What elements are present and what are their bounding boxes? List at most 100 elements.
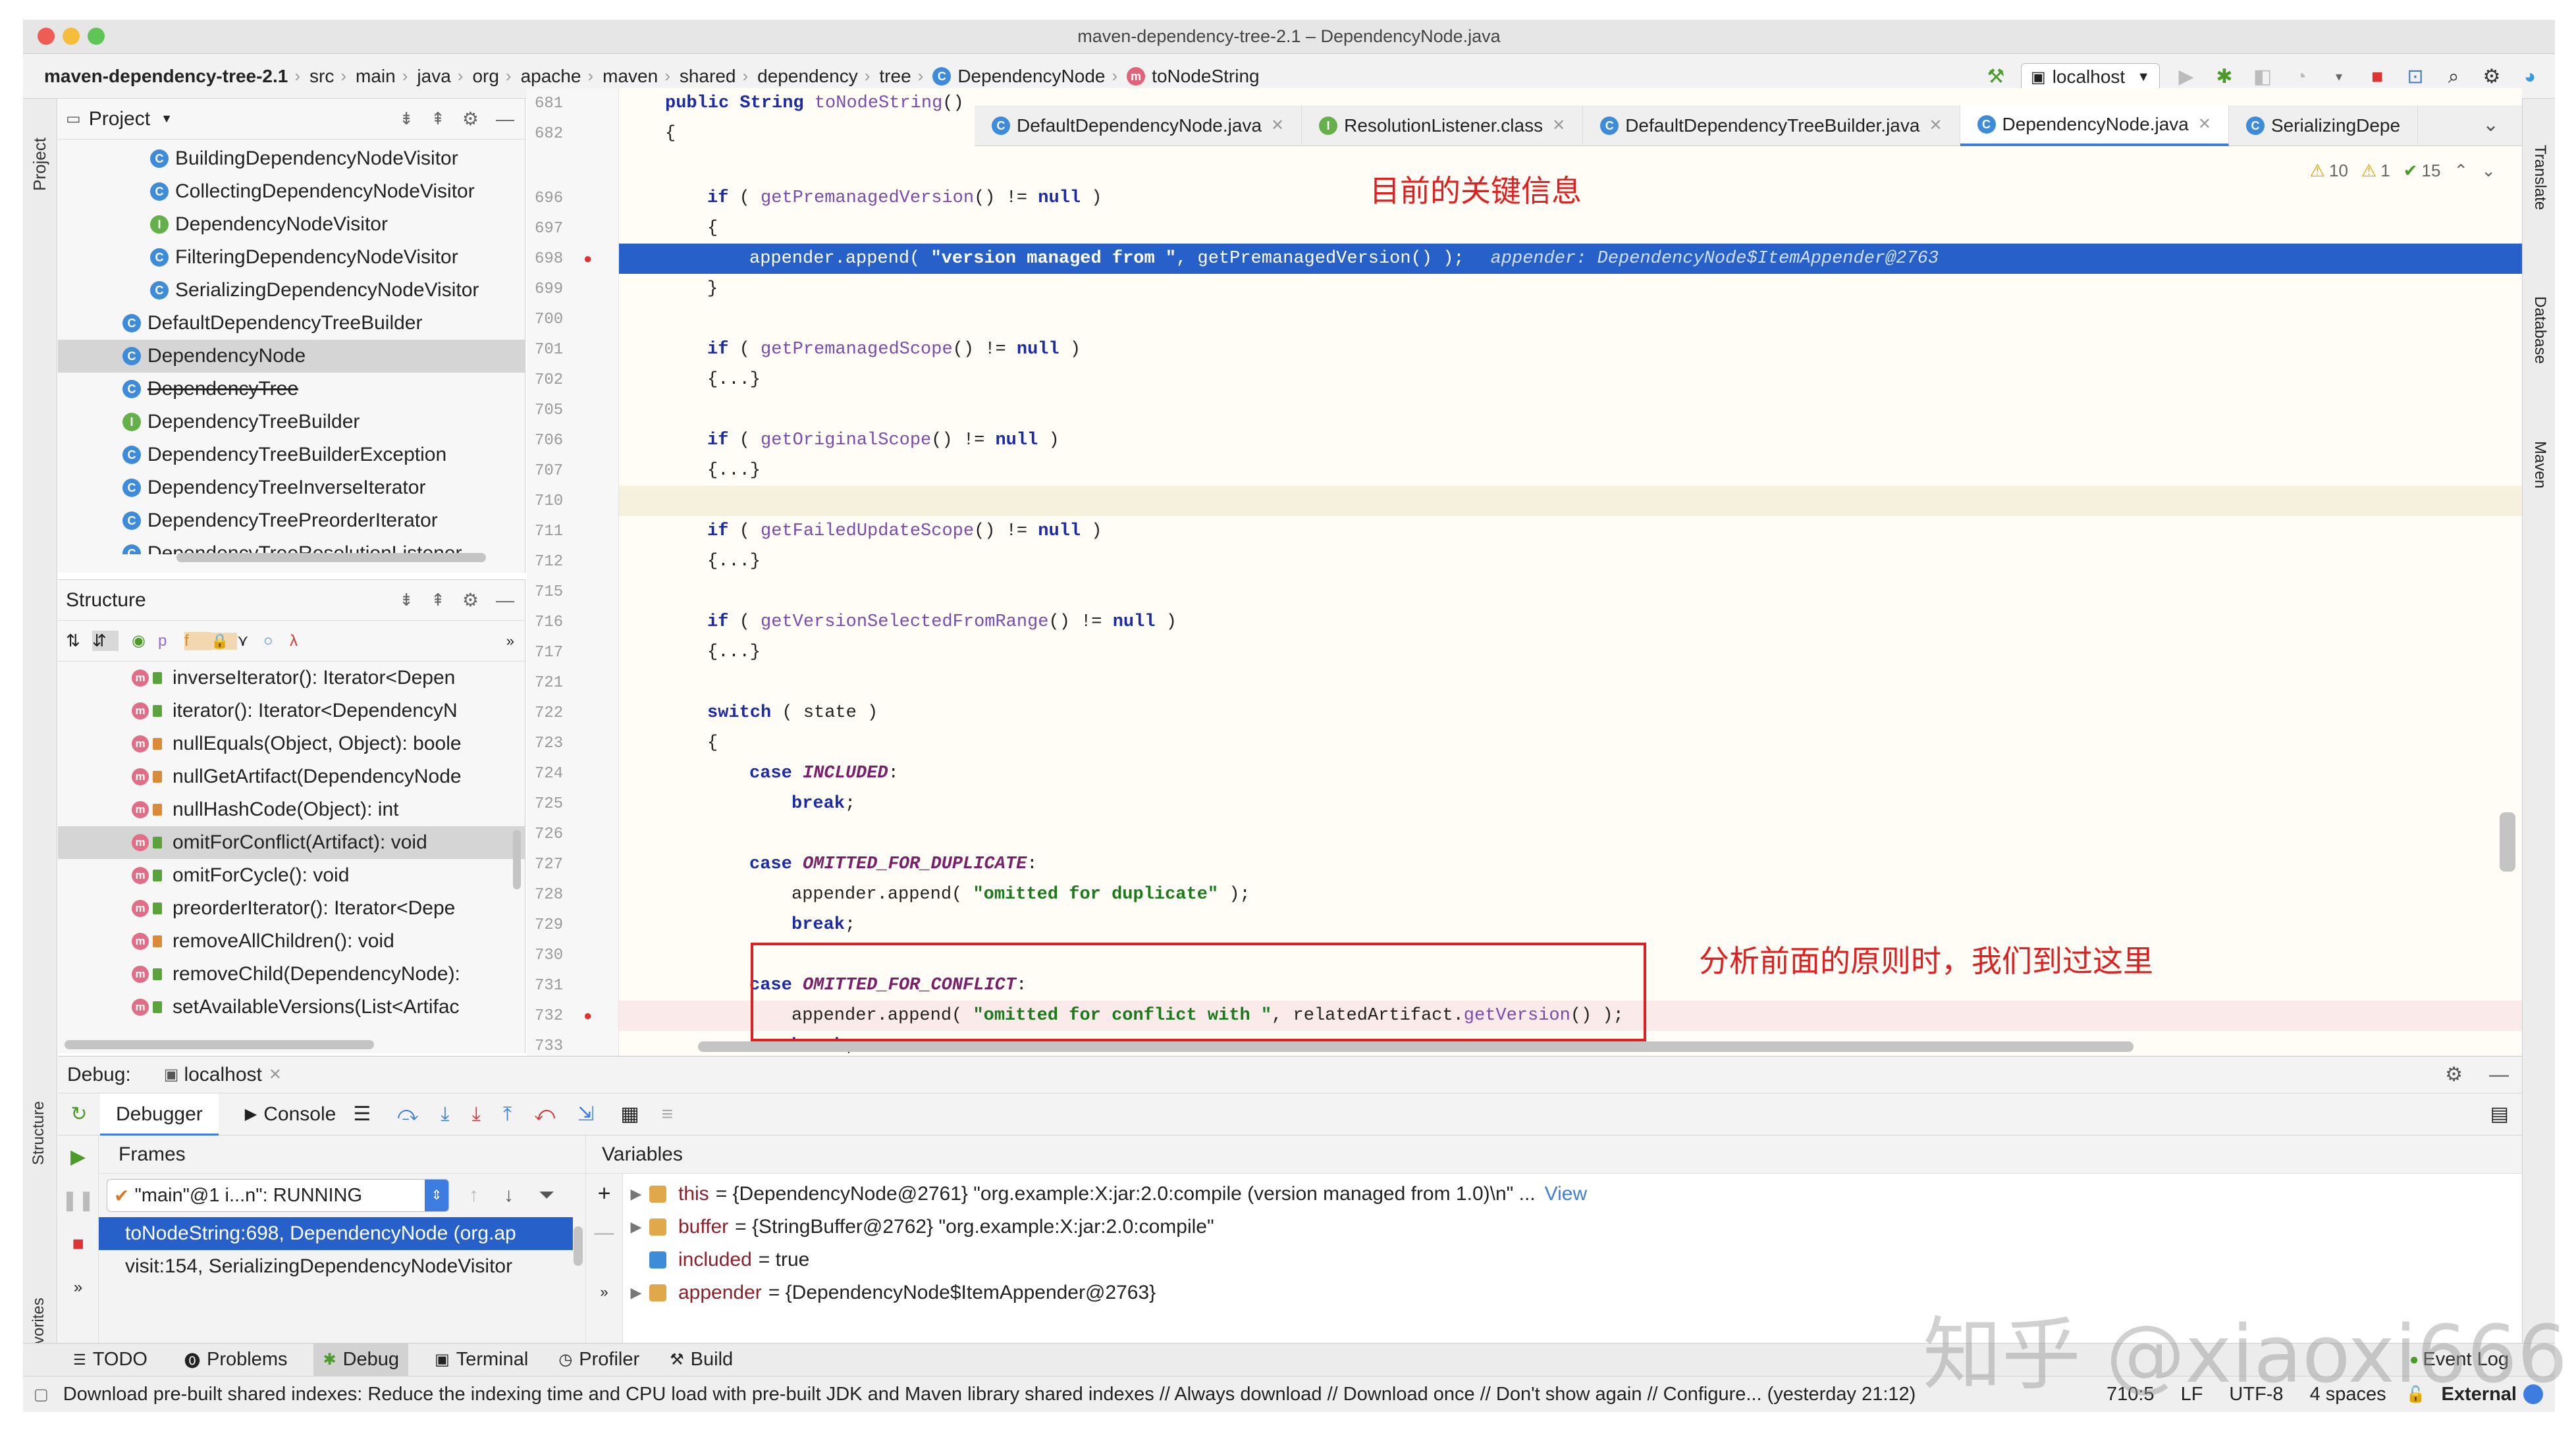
structure-tree-item[interactable]: m omitForCycle(): void [58, 859, 525, 892]
rerun-icon[interactable]: ↻ [58, 1103, 100, 1126]
structure-tree-item[interactable]: m nullEquals(Object, Object): boole [58, 727, 525, 760]
status-toggle-icon[interactable]: ▢ [34, 1385, 49, 1404]
view-link[interactable]: View [1545, 1183, 1587, 1205]
run-icon[interactable]: ▶ [2174, 65, 2198, 89]
project-tree-item[interactable]: I DependencyNodeVisitor [58, 208, 525, 241]
profile-icon[interactable]: ◔ [2289, 65, 2313, 89]
more-run-options-icon[interactable]: ▾ [2327, 65, 2351, 89]
code-line[interactable] [619, 667, 2522, 698]
breadcrumb-org[interactable]: org [472, 66, 498, 87]
more-actions-icon[interactable]: » [586, 1253, 622, 1332]
project-panel-title[interactable]: Project [89, 108, 150, 130]
force-step-into-icon[interactable]: ⤓ [472, 1103, 481, 1126]
hide-panel-icon[interactable]: — [496, 590, 514, 611]
code-line[interactable] [619, 819, 2522, 849]
search-icon[interactable]: ⌕ [2442, 65, 2465, 89]
breadcrumb-main[interactable]: main [356, 66, 396, 87]
editor-tab[interactable]: C DependencyNode.java ✕ [1960, 105, 2229, 146]
layout-menu-icon[interactable]: ☰ [353, 1103, 371, 1126]
code-line[interactable]: appender.append( "omitted for duplicate"… [619, 879, 2522, 910]
editor-gutter[interactable]: 681 682 696 697 698 ● 699 700 701 702 705 706 707 710… [527, 88, 619, 1056]
tool-debug-tab[interactable]: ✱ Debug [313, 1343, 409, 1376]
project-tree-item[interactable]: C SerializingDependencyNodeVisitor [58, 274, 525, 307]
project-tree-item[interactable]: C BuildingDependencyNodeVisitor [58, 142, 525, 175]
code-line[interactable] [619, 486, 2522, 516]
code-line[interactable]: } [619, 274, 2522, 304]
project-tree-item[interactable]: C DependencyTreeResolutionListener [58, 537, 525, 554]
translate-tool-tab[interactable]: Translate [2531, 145, 2549, 210]
code-line[interactable]: if ( getPremanagedScope() != null ) [619, 334, 2522, 365]
next-highlight-icon[interactable]: ⌄ [2481, 161, 2496, 181]
hide-panel-icon[interactable]: — [496, 109, 514, 130]
code-line[interactable]: {...} [619, 365, 2522, 395]
thread-select[interactable]: ✔ "main"@1 i...n": RUNNING ⇕ [107, 1179, 449, 1212]
run-config-select[interactable]: ▣ localhost ▼ [2021, 63, 2160, 91]
down-arrow-icon[interactable]: ↓ [504, 1184, 514, 1207]
collapse-all-icon[interactable]: ⇟ [399, 590, 414, 610]
show-lambdas-icon[interactable]: λ [290, 632, 316, 650]
breadcrumb-class[interactable]: DependencyNode [957, 66, 1105, 87]
settings-gear-icon[interactable]: ⚙ [2480, 65, 2504, 89]
breadcrumb-project[interactable]: maven-dependency-tree-2.1 [44, 66, 288, 87]
structure-tree-item[interactable]: m removeAllChildren(): void [58, 925, 525, 958]
plugin-logo-icon[interactable]: ◕ [2518, 65, 2542, 89]
tool-problems[interactable]: Problems [207, 1349, 288, 1371]
structure-tree-item[interactable]: m nullHashCode(Object): int [58, 793, 525, 826]
restore-layout-icon[interactable]: ▤ [2490, 1103, 2509, 1126]
code-line[interactable] [619, 395, 2522, 425]
code-line[interactable]: switch ( state ) [619, 698, 2522, 728]
breadcrumb-tree[interactable]: tree [879, 66, 911, 87]
show-fields-icon[interactable]: f [184, 631, 211, 650]
editor-tab[interactable]: C DefaultDependencyNode.java ✕ [975, 105, 1302, 146]
gear-icon[interactable]: ⚙ [462, 589, 479, 611]
hide-panel-icon[interactable]: — [2489, 1064, 2509, 1086]
coverage-icon[interactable]: ◧ [2251, 65, 2274, 89]
code-line[interactable]: appender.append( "version managed from "… [619, 244, 2522, 274]
breadcrumb-java[interactable]: java [417, 66, 450, 87]
tool-todo[interactable]: TODO [93, 1349, 148, 1371]
database-tool-tab[interactable]: Database [2531, 296, 2549, 364]
breakpoint-icon[interactable]: ● [583, 1007, 592, 1024]
trace-icon[interactable]: ≡ [662, 1103, 674, 1126]
stop-icon[interactable]: ■ [58, 1222, 98, 1266]
code-line[interactable]: {...} [619, 546, 2522, 577]
project-tree-item[interactable]: C CollectingDependencyNodeVisitor [58, 175, 525, 208]
show-properties-icon[interactable]: p [158, 632, 184, 650]
show-hierarchy-icon[interactable]: ⋎ [237, 631, 263, 650]
code-line[interactable] [619, 304, 2522, 334]
chevron-down-icon[interactable]: ▼ [161, 112, 173, 126]
project-tree-item[interactable]: C DependencyTreeInverseIterator [58, 471, 525, 504]
show-inherited-icon[interactable]: ◉ [132, 631, 158, 650]
breakpoint-icon[interactable]: ● [583, 250, 592, 267]
more-actions-icon[interactable]: » [58, 1266, 98, 1309]
up-arrow-icon[interactable]: ↑ [469, 1184, 479, 1207]
project-structure-icon[interactable]: ⊡ [2403, 65, 2427, 89]
step-out-icon[interactable]: ⤒ [503, 1103, 512, 1126]
frame-item[interactable]: visit:154, SerializingDependencyNodeVisi… [99, 1250, 573, 1283]
tool-profiler[interactable]: Profiler [579, 1349, 639, 1371]
close-icon[interactable]: ✕ [1271, 116, 1284, 135]
variable-row[interactable]: ▶ this = {DependencyNode@2761} "org.exampl… [623, 1178, 1588, 1211]
variable-row[interactable]: included = true [623, 1243, 1587, 1276]
project-tree-item[interactable]: I DependencyTreeBuilder [58, 406, 525, 438]
run-to-cursor-icon[interactable]: ⇲ [577, 1103, 594, 1126]
close-icon[interactable]: ✕ [2198, 115, 2211, 134]
tab-console[interactable]: Console [263, 1103, 336, 1126]
code-line[interactable]: break; [619, 789, 2522, 819]
code-line[interactable]: {...} [619, 637, 2522, 667]
tab-debugger[interactable]: Debugger [100, 1093, 219, 1136]
editor-tab[interactable]: C DefaultDependencyTreeBuilder.java ✕ [1583, 105, 1960, 146]
horizontal-scrollbar[interactable] [176, 553, 486, 562]
structure-tree-item[interactable]: m setAvailableVersions(List<Artifac [58, 991, 525, 1024]
project-tree-item[interactable]: C DependencyNode [58, 340, 525, 373]
expand-arrow-icon[interactable]: ▶ [623, 1186, 649, 1203]
previous-highlight-icon[interactable]: ⌃ [2454, 161, 2468, 181]
build-hammer-icon[interactable]: ⚒ [1984, 65, 2008, 89]
structure-tool-tab[interactable]: Structure [30, 1101, 48, 1165]
pause-icon[interactable]: ❚❚ [58, 1179, 98, 1222]
status-message[interactable]: Download pre-built shared indexes: Reduc… [63, 1384, 1916, 1405]
code-line[interactable]: {...} [619, 456, 2522, 486]
close-icon[interactable]: ✕ [1552, 116, 1565, 135]
sort-alpha-icon[interactable]: ⇵ [92, 631, 119, 651]
structure-tree-item[interactable]: m omitForConflict(Artifact): void [58, 826, 525, 859]
